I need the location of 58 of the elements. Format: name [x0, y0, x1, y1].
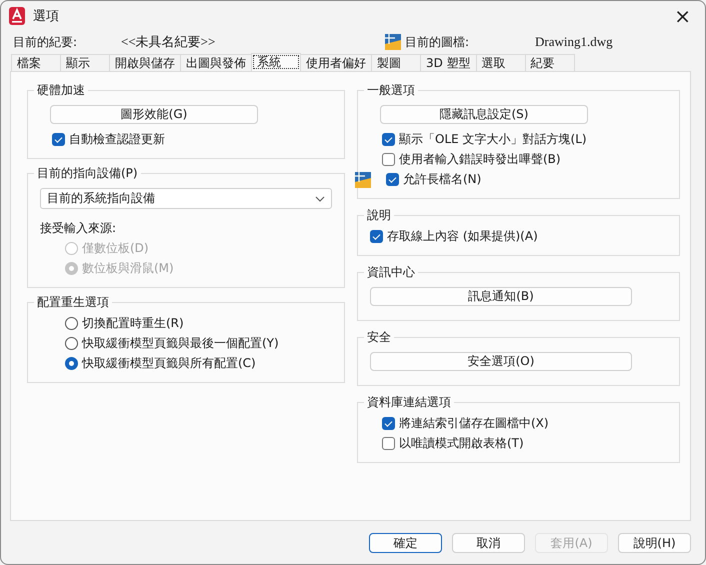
input-source-label: 接受輸入來源:	[40, 220, 118, 237]
radio-button[interactable]	[65, 337, 78, 350]
tab[interactable]: 顯示	[60, 54, 110, 71]
tab[interactable]: 系統	[251, 53, 301, 71]
group-title: 目前的指向設備(P)	[36, 165, 139, 182]
group-title: 資料庫連結選項	[366, 394, 452, 411]
checkbox-label: 顯示「OLE 文字大小」對話方塊(L)	[399, 131, 587, 148]
chevron-down-icon	[315, 196, 325, 202]
group-title: 硬體加速	[36, 82, 86, 99]
dialog-button[interactable]: 取消	[452, 533, 525, 553]
group-title: 配置重生選項	[36, 294, 110, 311]
checkbox-label: 自動檢查認證更新	[69, 131, 165, 148]
dialog-button[interactable]: 訊息通知(B)	[370, 287, 632, 306]
group-title: 說明	[366, 207, 392, 224]
radio-label: 數位板與滑鼠(M)	[82, 260, 174, 277]
tab[interactable]: 製圖	[371, 54, 421, 71]
tab[interactable]: 出圖與發佈	[180, 54, 252, 71]
radio-label: 快取緩衝模型頁籤與最後一個配置(Y)	[82, 335, 279, 352]
drawing-label: 目前的圖檔:	[405, 34, 470, 50]
checkbox[interactable]	[382, 417, 395, 430]
checkbox[interactable]	[382, 437, 395, 450]
checkbox-label: 允許長檔名(N)	[403, 171, 482, 188]
tab[interactable]: 紀要	[524, 54, 575, 71]
tab[interactable]: 選取	[476, 54, 526, 71]
profile-label: 目前的紀要:	[13, 34, 78, 50]
radio-button[interactable]	[65, 317, 78, 330]
profile-value: <<未具名紀要>>	[121, 33, 216, 51]
tab[interactable]: 檔案	[11, 54, 61, 71]
close-button[interactable]: ×	[668, 4, 697, 28]
app-icon	[9, 7, 25, 25]
checkbox[interactable]	[370, 230, 383, 243]
dialog-button[interactable]: 隱藏訊息設定(S)	[380, 105, 588, 124]
tab[interactable]: 使用者偏好	[300, 54, 372, 71]
checkbox[interactable]	[386, 173, 399, 186]
drawing-value: Drawing1.dwg	[535, 34, 613, 50]
group-title: 安全	[366, 329, 392, 346]
checkbox[interactable]	[52, 133, 65, 146]
checkbox[interactable]	[382, 133, 395, 146]
radio-button[interactable]	[65, 357, 78, 370]
checkbox-label: 將連結索引儲存在圖檔中(X)	[399, 415, 549, 432]
group-title: 資訊中心	[366, 264, 416, 281]
group-title: 一般選項	[366, 82, 416, 99]
checkbox-label: 存取線上內容 (如果提供)(A)	[387, 228, 538, 245]
checkbox-label: 以唯讀模式開啟表格(T)	[399, 435, 524, 452]
radio-label: 切換配置時重生(R)	[82, 315, 184, 332]
dialog-button[interactable]: 安全選項(O)	[370, 352, 632, 371]
window-title: 選項	[33, 8, 60, 25]
tab[interactable]: 開啟與儲存	[109, 54, 181, 71]
device-dropdown[interactable]: 目前的系統指向設備	[40, 188, 332, 209]
radio-label: 僅數位板(D)	[82, 240, 149, 257]
checkbox-label: 使用者輸入錯誤時發出嗶聲(B)	[399, 151, 561, 168]
tab[interactable]: 3D 塑型	[420, 54, 477, 71]
dialog-button[interactable]: 確定	[369, 533, 442, 553]
checkbox[interactable]	[382, 153, 395, 166]
dialog-button[interactable]: 說明(H)	[618, 533, 691, 553]
radio-label: 快取緩衝模型頁籤與所有配置(C)	[82, 355, 256, 372]
dialog-button[interactable]: 圖形效能(G)	[50, 105, 258, 124]
drawing-file-icon	[385, 34, 401, 50]
